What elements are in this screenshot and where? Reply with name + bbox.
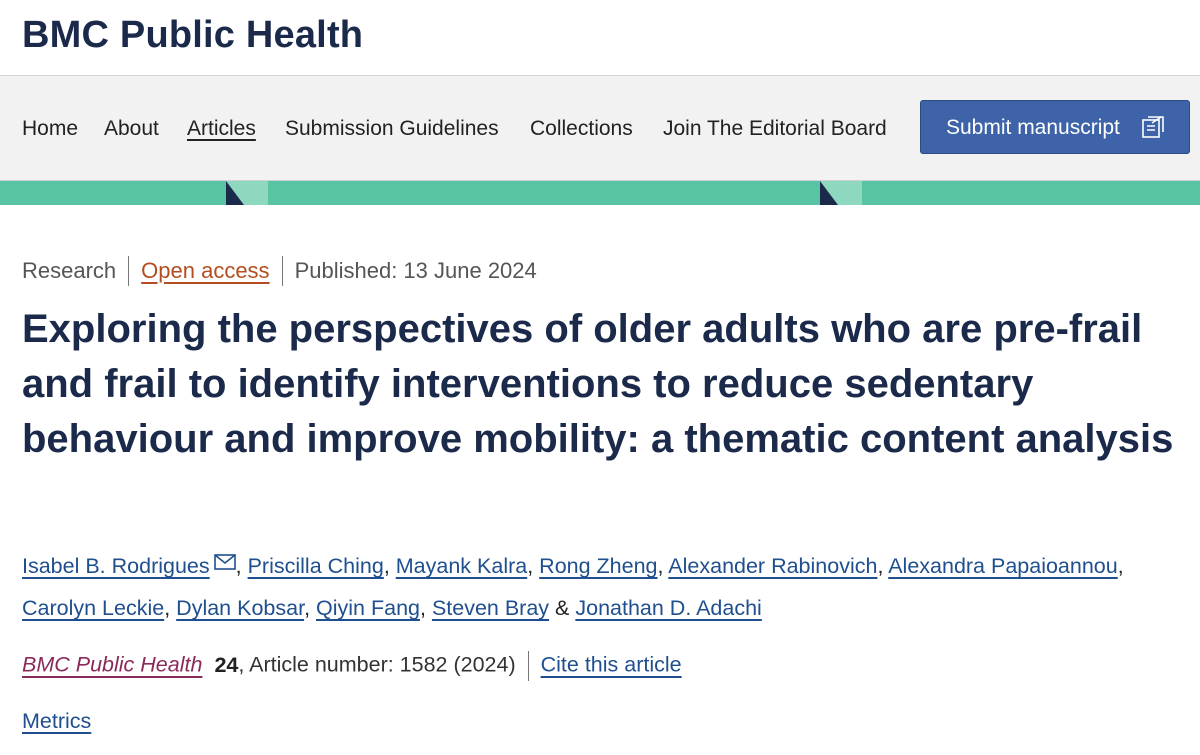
site-header: BMC Public Health bbox=[0, 0, 1200, 76]
author-link[interactable]: Rong Zheng bbox=[539, 554, 657, 578]
cite-article-link[interactable]: Cite this article bbox=[541, 653, 682, 677]
submit-manuscript-label: Submit manuscript bbox=[946, 116, 1120, 139]
article-type: Research bbox=[22, 258, 117, 283]
nav-articles[interactable]: Articles bbox=[187, 117, 256, 141]
decorative-band bbox=[0, 181, 1200, 205]
journal-brand[interactable]: BMC Public Health bbox=[22, 14, 363, 57]
band-pattern bbox=[226, 181, 862, 205]
author-link[interactable]: Carolyn Leckie bbox=[22, 596, 164, 620]
nav-collections[interactable]: Collections bbox=[530, 117, 633, 141]
open-access-link[interactable]: Open access bbox=[141, 258, 269, 284]
metrics-link[interactable]: Metrics bbox=[22, 709, 91, 734]
nav-join-editorial-board[interactable]: Join The Editorial Board bbox=[663, 117, 887, 141]
submit-manuscript-button[interactable]: Submit manuscript bbox=[920, 100, 1190, 154]
author-link[interactable]: Jonathan D. Adachi bbox=[575, 596, 761, 620]
citation-line: BMC Public Health 24, Article number: 158… bbox=[22, 651, 682, 681]
volume-number: 24 bbox=[214, 652, 239, 677]
article-meta: Research Open access Published: 13 June 20… bbox=[22, 256, 537, 286]
article-number: , Article number: 1582 (2024) bbox=[238, 652, 516, 677]
nav-submission-guidelines[interactable]: Submission Guidelines bbox=[285, 117, 499, 141]
main-navigation: Home About Articles Submission Guideline… bbox=[0, 76, 1200, 181]
nav-about[interactable]: About bbox=[104, 117, 159, 141]
author-link[interactable]: Alexander Rabinovich bbox=[668, 554, 877, 578]
external-form-icon bbox=[1142, 116, 1164, 138]
author-link[interactable]: Priscilla Ching bbox=[248, 554, 384, 578]
nav-home[interactable]: Home bbox=[22, 117, 78, 141]
author-list: Isabel B. Rodrigues, Priscilla Ching, Ma… bbox=[22, 554, 1124, 620]
mail-icon[interactable] bbox=[213, 554, 236, 570]
citation-divider bbox=[527, 651, 529, 681]
author-link[interactable]: Mayank Kalra bbox=[396, 554, 527, 578]
author-link[interactable]: Qiyin Fang bbox=[316, 596, 420, 620]
article-title: Exploring the perspectives of older adul… bbox=[22, 307, 1174, 461]
journal-link[interactable]: BMC Public Health bbox=[22, 653, 202, 677]
meta-divider bbox=[281, 256, 283, 286]
author-link[interactable]: Dylan Kobsar bbox=[176, 596, 304, 620]
author-link[interactable]: Isabel B. Rodrigues bbox=[22, 554, 210, 578]
author-link[interactable]: Alexandra Papaioannou bbox=[888, 554, 1118, 578]
author-link[interactable]: Steven Bray bbox=[432, 596, 549, 620]
published-date: Published: 13 June 2024 bbox=[294, 258, 537, 283]
meta-divider bbox=[128, 256, 130, 286]
